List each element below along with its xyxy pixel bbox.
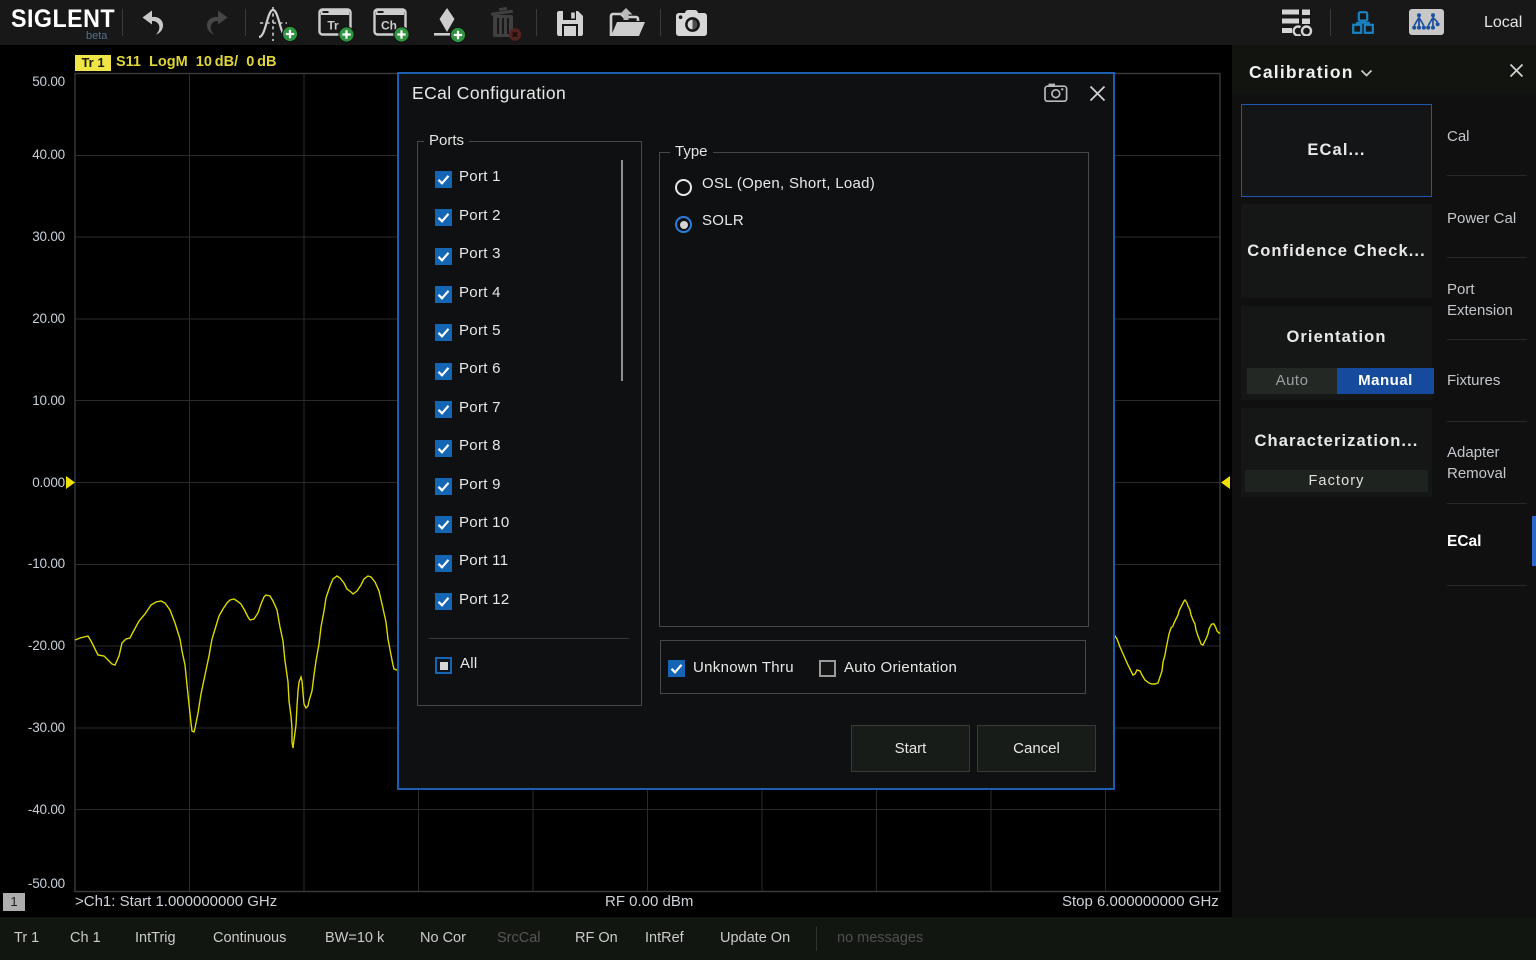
svg-text:Tr: Tr xyxy=(327,19,339,33)
